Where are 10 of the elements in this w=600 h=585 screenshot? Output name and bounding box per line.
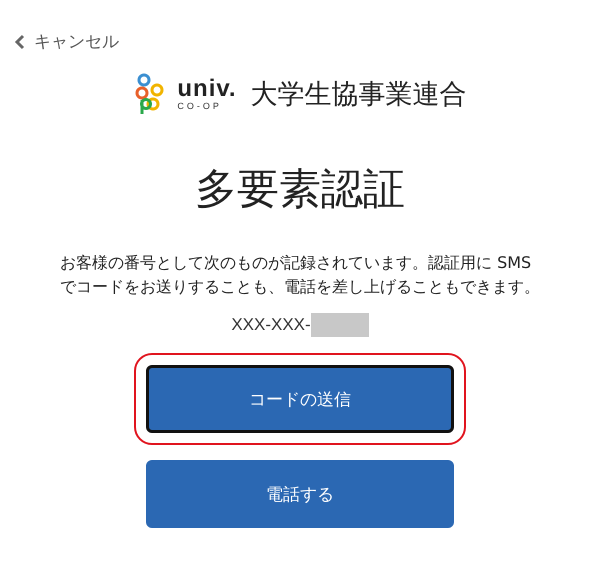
logo-subtitle: CO-OP: [177, 102, 222, 111]
chevron-left-icon: [14, 34, 26, 50]
phone-number: XXX-XXX-: [231, 315, 311, 335]
logo-wordmark: univ.: [177, 77, 237, 101]
action-button[interactable]: 電話する: [146, 460, 454, 528]
cancel-link[interactable]: キャンセル: [14, 30, 119, 53]
page-title: 多要素認証: [194, 163, 406, 215]
action-button[interactable]: コードの送信: [146, 365, 454, 433]
description-text: お客様の番号として次のものが記録されています。認証用に SMS でコードをお送りすることも、電話を差し上げることもできます。: [60, 252, 541, 298]
organization-name: 大学生協事業連合: [250, 78, 467, 112]
